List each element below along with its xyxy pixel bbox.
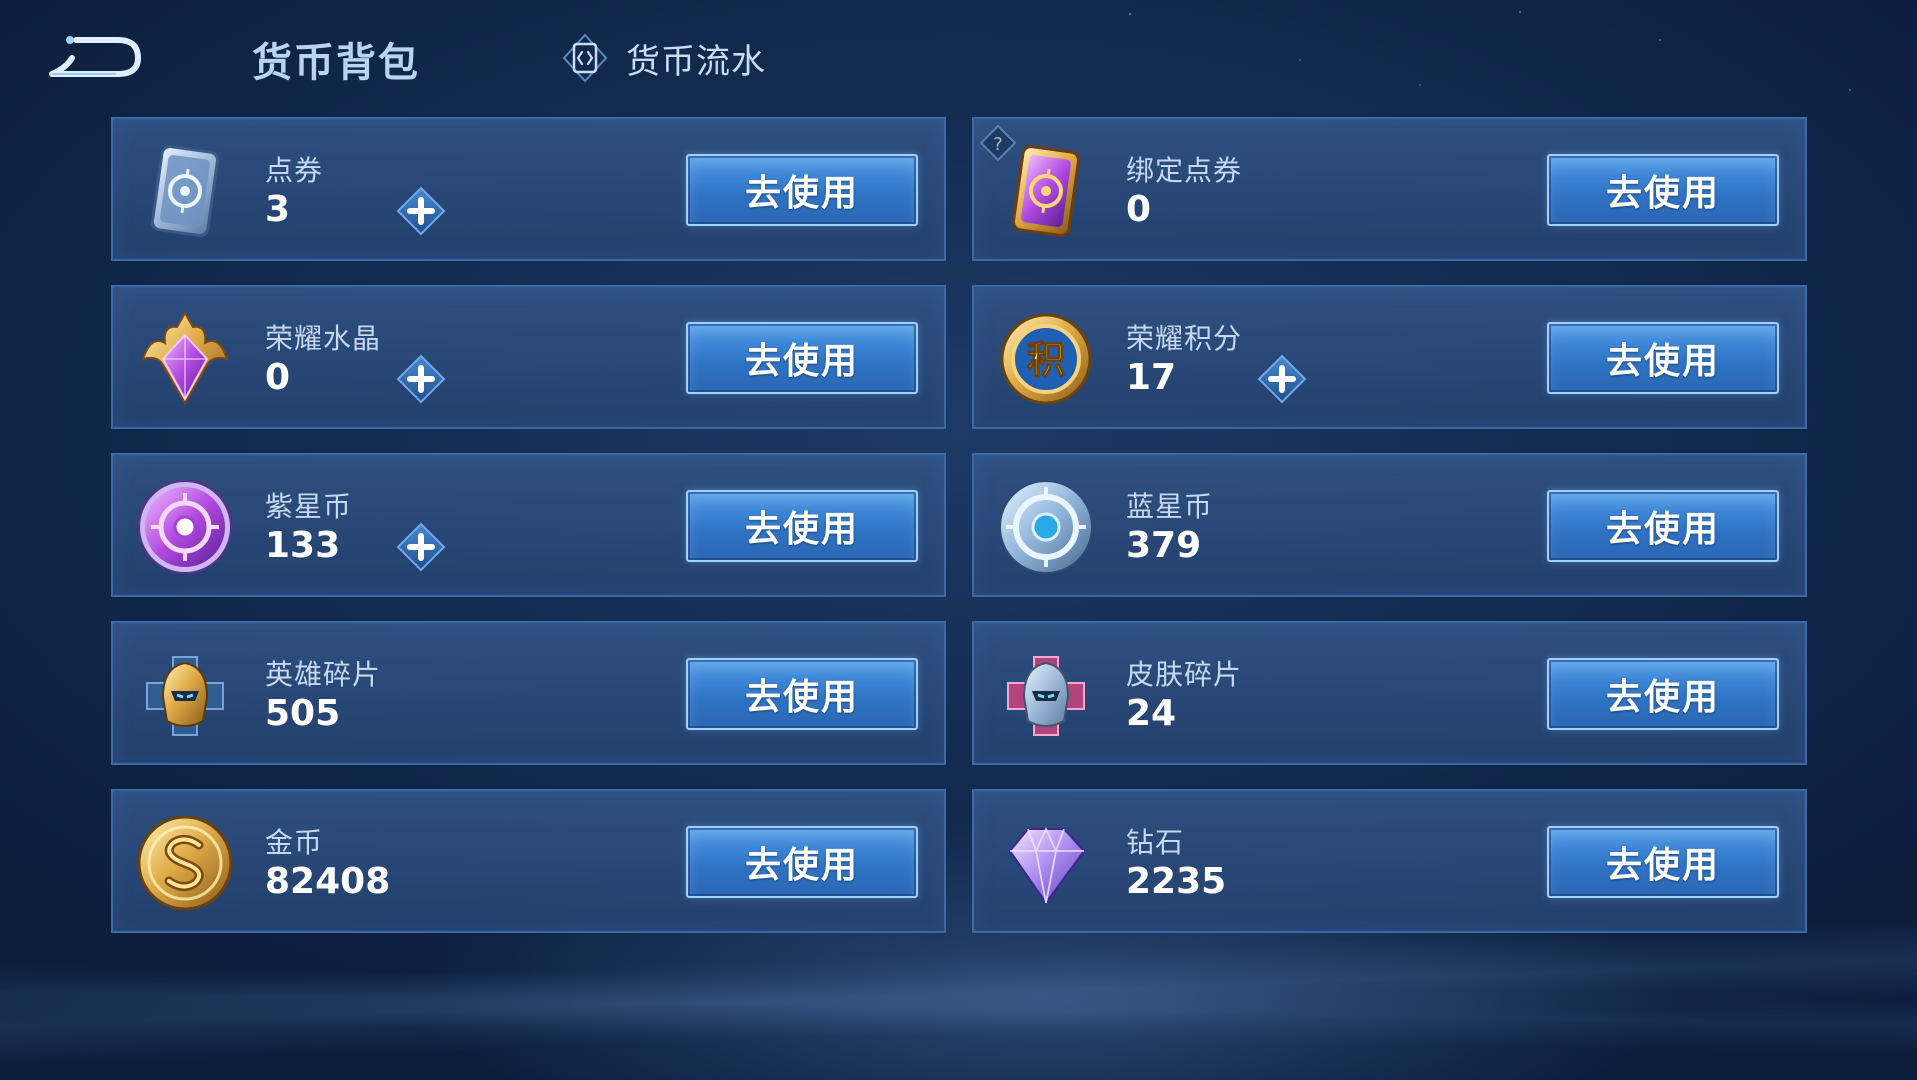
back-button[interactable] (46, 30, 146, 86)
add-currency-button[interactable] (395, 353, 447, 405)
currency-history-tab[interactable]: 货币流水 (560, 30, 766, 86)
use-button[interactable]: 去使用 (686, 154, 918, 226)
use-button[interactable]: 去使用 (686, 490, 918, 562)
use-button[interactable]: 去使用 (1547, 154, 1779, 226)
currency-amount: 0 (265, 357, 291, 398)
currency-backpack-screen: 货币背包 货币流水 点券 3 去使用 ? 绑定点券 0 去使用 荣耀水晶 0 去… (0, 0, 1917, 1080)
back-arrow-icon (49, 36, 141, 77)
currency-card-gold-coin: 金币 82408 去使用 (111, 789, 946, 933)
currency-amount: 17 (1126, 357, 1177, 398)
purple-star-coin-icon (133, 475, 237, 579)
currency-amount: 379 (1126, 525, 1202, 566)
currency-name: 绑定点券 (1126, 154, 1243, 187)
currency-card-skin-fragment: 皮肤碎片 24 去使用 (972, 621, 1807, 765)
add-currency-button[interactable] (1256, 353, 1308, 405)
currency-name: 钻石 (1126, 826, 1185, 859)
plus-icon (396, 186, 446, 236)
glory-points-coin-icon: 积 (994, 307, 1098, 411)
transaction-card-icon (562, 33, 608, 83)
currency-amount: 0 (1126, 189, 1152, 230)
currency-amount: 82408 (265, 861, 391, 902)
add-currency-button[interactable] (395, 521, 447, 573)
use-button[interactable]: 去使用 (1547, 826, 1779, 898)
currency-name: 荣耀水晶 (265, 322, 382, 355)
currency-amount: 3 (265, 189, 291, 230)
use-button[interactable]: 去使用 (1547, 658, 1779, 730)
currency-amount: 24 (1126, 693, 1177, 734)
currency-amount: 133 (265, 525, 341, 566)
gold-coin-icon (133, 811, 237, 915)
currency-name: 荣耀积分 (1126, 322, 1243, 355)
use-button[interactable]: 去使用 (686, 826, 918, 898)
use-button[interactable]: 去使用 (686, 322, 918, 394)
plus-icon (396, 522, 446, 572)
blue-star-coin-icon (994, 475, 1098, 579)
glory-crystal-icon (133, 307, 237, 411)
hero-fragment-icon (133, 643, 237, 747)
plus-icon (396, 354, 446, 404)
currency-name: 英雄碎片 (265, 658, 382, 691)
currency-amount: 505 (265, 693, 341, 734)
use-button[interactable]: 去使用 (1547, 490, 1779, 562)
currency-card-hero-fragment: 英雄碎片 505 去使用 (111, 621, 946, 765)
history-tab-label: 货币流水 (626, 41, 766, 82)
currency-card-coupon: 点券 3 去使用 (111, 117, 946, 261)
currency-card-glory-crystal: 荣耀水晶 0 去使用 (111, 285, 946, 429)
currency-name: 紫星币 (265, 490, 353, 523)
currency-card-blue-star-coin: 蓝星币 379 去使用 (972, 453, 1807, 597)
currency-name: 皮肤碎片 (1126, 658, 1243, 691)
skin-fragment-icon (994, 643, 1098, 747)
currency-card-bound-coupon: ? 绑定点券 0 去使用 (972, 117, 1807, 261)
use-button[interactable]: 去使用 (686, 658, 918, 730)
use-button[interactable]: 去使用 (1547, 322, 1779, 394)
currency-card-diamond: 钻石 2235 去使用 (972, 789, 1807, 933)
diamond-icon (994, 811, 1098, 915)
coupon-card-icon (133, 139, 237, 243)
currency-name: 点券 (265, 154, 324, 187)
currency-amount: 2235 (1126, 861, 1227, 902)
plus-icon (1257, 354, 1307, 404)
currency-card-glory-points: 积 荣耀积分 17 去使用 (972, 285, 1807, 429)
svg-text:积: 积 (1027, 338, 1065, 382)
currency-card-purple-star-coin: 紫星币 133 去使用 (111, 453, 946, 597)
add-currency-button[interactable] (395, 185, 447, 237)
currency-grid: 点券 3 去使用 ? 绑定点券 0 去使用 荣耀水晶 0 去使用 积 荣耀积分 … (111, 117, 1807, 933)
currency-name: 金币 (265, 826, 324, 859)
bound-coupon-card-icon (994, 139, 1098, 243)
page-title: 货币背包 (252, 40, 420, 86)
currency-name: 蓝星币 (1126, 490, 1214, 523)
